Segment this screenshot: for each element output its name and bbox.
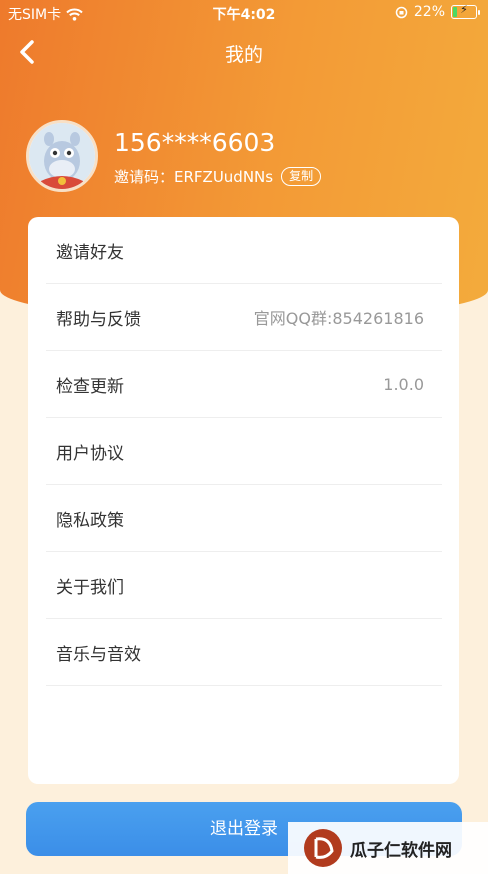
avatar[interactable] bbox=[26, 120, 98, 192]
battery-icon: ⚡ bbox=[451, 3, 477, 19]
invite-code-label: 邀请码： bbox=[114, 168, 175, 186]
menu-item-help-feedback[interactable]: 帮助与反馈 官网QQ群:854261816 bbox=[46, 284, 442, 351]
menu-item-label: 音乐与音效 bbox=[56, 644, 141, 665]
invite-code-row: 邀请码：ERFZUudNNs 复制 bbox=[114, 166, 322, 187]
menu-item-label: 隐私政策 bbox=[56, 510, 124, 531]
nav-bar: 我的 bbox=[0, 30, 488, 74]
phone-number: 156****6603 bbox=[114, 128, 276, 157]
status-bar: 无SIM卡 下午4:02 22% ⚡ bbox=[0, 0, 488, 26]
battery-percent: 22% bbox=[413, 4, 445, 20]
menu-item-label: 检查更新 bbox=[56, 376, 124, 397]
menu-item-music-sound[interactable]: 音乐与音效 bbox=[46, 619, 442, 686]
watermark: 瓜子仁软件网 bbox=[288, 822, 488, 874]
watermark-logo-icon bbox=[304, 829, 342, 867]
menu-item-about-us[interactable]: 关于我们 bbox=[46, 552, 442, 619]
page-title: 我的 bbox=[224, 44, 263, 66]
menu-item-value: 官网QQ群:854261816 bbox=[253, 309, 424, 328]
menu-item-check-update[interactable]: 检查更新 1.0.0 bbox=[46, 351, 442, 418]
copy-button[interactable]: 复制 bbox=[281, 167, 322, 186]
menu-item-value: 1.0.0 bbox=[383, 374, 424, 394]
watermark-text: 瓜子仁软件网 bbox=[350, 840, 452, 861]
cartoon-hippo-avatar-icon bbox=[29, 123, 95, 189]
menu-item-label: 用户协议 bbox=[56, 443, 124, 464]
battery-cap bbox=[478, 9, 480, 15]
menu-item-label: 邀请好友 bbox=[56, 242, 124, 263]
settings-card: 邀请好友 帮助与反馈 官网QQ群:854261816 检查更新 1.0.0 用户… bbox=[28, 217, 459, 784]
menu-item-invite-friends[interactable]: 邀请好友 bbox=[46, 217, 442, 284]
menu-item-label: 关于我们 bbox=[56, 577, 124, 598]
menu-item-user-agreement[interactable]: 用户协议 bbox=[46, 418, 442, 485]
orientation-lock-icon bbox=[395, 6, 408, 18]
invite-code-value: ERFZUudNNs bbox=[174, 168, 274, 186]
menu-item-privacy-policy[interactable]: 隐私政策 bbox=[46, 485, 442, 552]
menu-item-label: 帮助与反馈 bbox=[56, 309, 141, 330]
